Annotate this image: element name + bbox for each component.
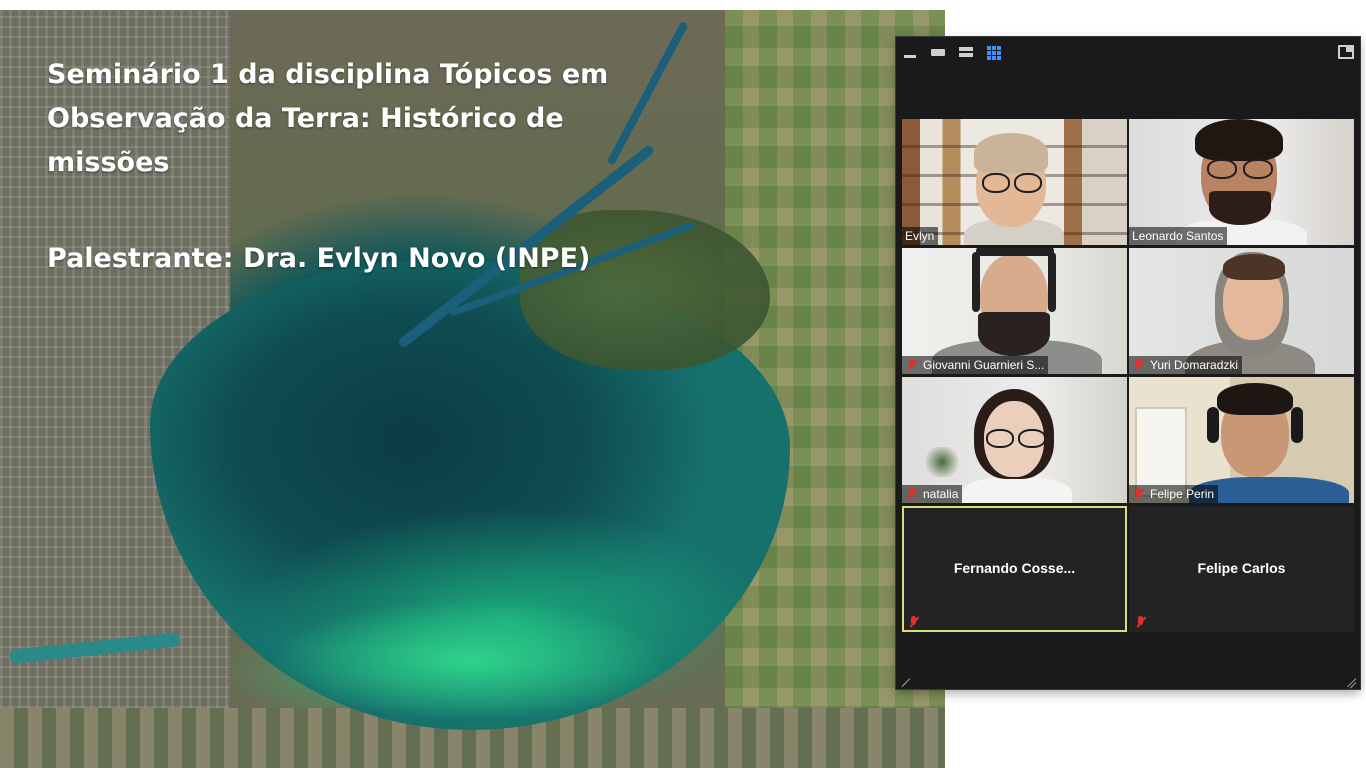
resize-grip-right[interactable] [1344, 674, 1357, 689]
resize-grip-left[interactable] [900, 674, 912, 688]
participant-name: Yuri Domaradzki [1150, 358, 1239, 372]
shared-screen-slide: Seminário 1 da disciplina Tópicos em Obs… [0, 10, 945, 768]
participant-name-bar: Evlyn [902, 227, 939, 245]
participant-tile-giovanni[interactable]: Giovanni Guarnieri S... [902, 248, 1127, 374]
muted-mic-icon [1132, 488, 1146, 500]
minimize-icon[interactable] [902, 44, 918, 60]
participant-tile-fernando[interactable]: Fernando Cosse... [902, 506, 1127, 632]
participant-name: Leonardo Santos [1132, 229, 1224, 243]
participant-name-bar: Leonardo Santos [1129, 227, 1228, 245]
participant-name: Giovanni Guarnieri S... [923, 358, 1045, 372]
video-gallery-window[interactable]: Evlyn Leonardo Santos Giovanni Guarnieri… [896, 37, 1360, 689]
participant-tile-evlyn[interactable]: Evlyn [902, 119, 1127, 245]
participant-name-bar: Yuri Domaradzki [1129, 356, 1243, 374]
gallery-view-icon[interactable] [986, 44, 1002, 60]
plant [922, 447, 962, 477]
participant-name: Felipe Carlos [1197, 560, 1286, 576]
slide-speaker: Palestrante: Dra. Evlyn Novo (INPE) [47, 243, 591, 274]
gallery-toolbar [896, 37, 1360, 67]
muted-mic-icon [907, 616, 921, 628]
muted-mic-icon [1132, 359, 1146, 371]
participant-name: Fernando Cosse... [953, 560, 1076, 576]
participant-name-bar: Giovanni Guarnieri S... [902, 356, 1049, 374]
participant-tile-felipe-carlos[interactable]: Felipe Carlos [1129, 506, 1354, 632]
participant-tile-natalia[interactable]: natalia [902, 377, 1127, 503]
muted-mic-icon [905, 359, 919, 371]
participant-tile-yuri-domaradzki[interactable]: Yuri Domaradzki [1129, 248, 1354, 374]
participant-name: Evlyn [905, 229, 935, 243]
muted-mic-icon [905, 488, 919, 500]
exit-fullscreen-icon[interactable] [1338, 45, 1354, 59]
participant-name: natalia [923, 487, 959, 501]
participant-name-bar: natalia [902, 485, 963, 503]
door [1135, 407, 1187, 497]
speaker-view-icon[interactable] [930, 44, 946, 60]
muted-mic-icon [1134, 616, 1148, 628]
participant-tile-leonardo-santos[interactable]: Leonardo Santos [1129, 119, 1354, 245]
participant-tile-felipe-perin[interactable]: Felipe Perin [1129, 377, 1354, 503]
participant-name: Felipe Perin [1150, 487, 1215, 501]
participant-name-bar: Felipe Perin [1129, 485, 1219, 503]
thumbnail-strip-icon[interactable] [958, 44, 974, 60]
slide-title: Seminário 1 da disciplina Tópicos em Obs… [47, 59, 609, 178]
